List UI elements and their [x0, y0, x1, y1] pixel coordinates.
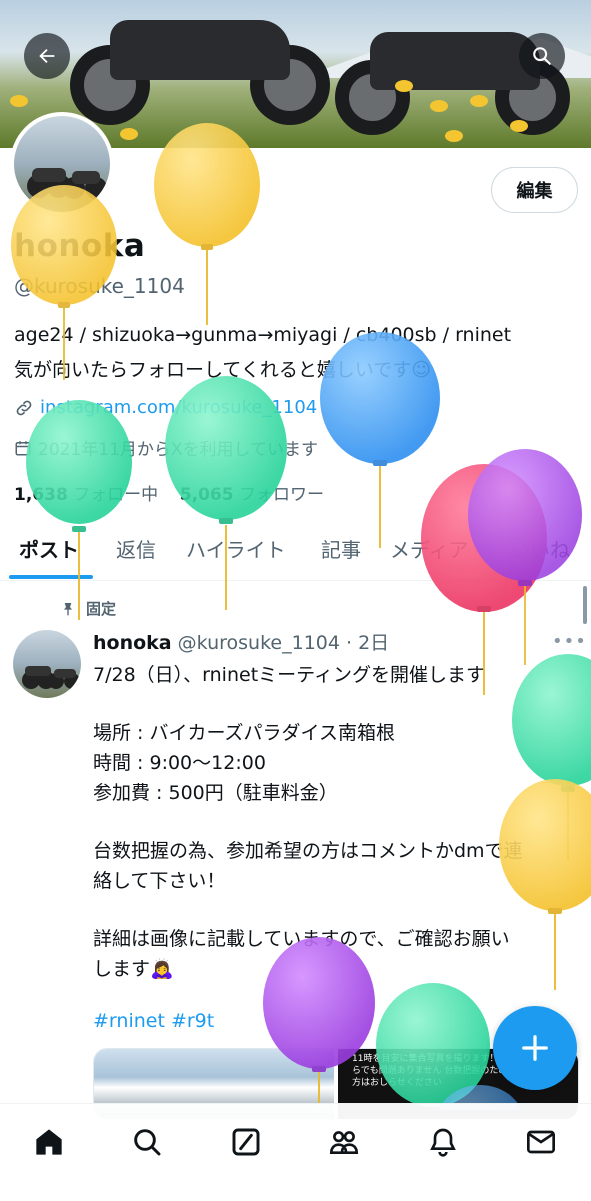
nav-search[interactable]: [127, 1122, 167, 1162]
avatar-image: [27, 168, 107, 199]
tweet-hashtags[interactable]: #rninet #r9t: [93, 1010, 214, 1032]
following-label: フォロー中: [73, 485, 159, 505]
joined-text: 2021年11月からXを利用しています: [38, 440, 319, 460]
bio-line: 気が向いたらフォローしてくれると嬉しいです☺: [14, 359, 432, 381]
search-icon: [533, 47, 551, 65]
compose-post-button[interactable]: [493, 1006, 577, 1090]
nav-communities[interactable]: [324, 1122, 364, 1162]
nav-notifications[interactable]: [423, 1122, 463, 1162]
followers-link[interactable]: 5,065 フォロワー: [180, 485, 324, 505]
plus-icon: [522, 1035, 548, 1061]
tab-media[interactable]: メディア: [390, 534, 469, 563]
notifications-icon: [430, 1128, 456, 1157]
pinned-indicator: 固定: [60, 598, 116, 619]
tweet-text-line: 時間 : 9:00〜12:00: [93, 752, 266, 774]
display-name: honoka: [14, 228, 146, 264]
tweet-text-line: 参加費 : 500円（駐車料金）: [93, 782, 338, 804]
pinned-label: 固定: [86, 600, 117, 618]
tab-highlights[interactable]: ハイライト: [186, 534, 286, 563]
pin-icon: [64, 602, 72, 616]
profile-avatar[interactable]: [10, 112, 114, 216]
calendar-icon: [15, 440, 31, 455]
tweet-text-line: 詳細は画像に記載していますので、ご確認お願い: [93, 928, 510, 950]
communities-icon: [329, 1131, 359, 1154]
avatar-image: [22, 666, 80, 689]
joined-date: 2021年11月からXを利用しています: [14, 435, 318, 460]
messages-icon: [527, 1130, 555, 1154]
tab-active-indicator: [9, 575, 93, 579]
back-button[interactable]: [24, 33, 70, 79]
nav-grok[interactable]: [226, 1122, 266, 1162]
profile-tabs: ポスト 返信 ハイライト 記事 メディア いいね: [0, 522, 591, 581]
nav-home[interactable]: [29, 1122, 69, 1162]
user-handle: @kurosuke_1104: [14, 274, 185, 298]
tweet-text-line: 台数把握の為、参加希望の方はコメントかdmで連: [93, 840, 523, 862]
more-options-icon[interactable]: •••: [552, 631, 587, 652]
link-icon: [16, 400, 32, 415]
tab-replies[interactable]: 返信: [116, 534, 156, 563]
search-icon: [134, 1129, 161, 1156]
profile-link-text[interactable]: instagram.com/kurosuke_1104: [40, 397, 317, 418]
tweet-meta: @kurosuke_1104 · 2日: [177, 632, 390, 654]
profile-link[interactable]: instagram.com/kurosuke_1104: [14, 397, 317, 418]
following-link[interactable]: 1,638 フォロー中: [14, 485, 158, 505]
nav-messages[interactable]: [521, 1122, 561, 1162]
tab-posts[interactable]: ポスト: [19, 534, 79, 563]
balloon-green: [512, 654, 591, 860]
followers-count: 5,065: [179, 485, 234, 505]
tweet-header: honoka @kurosuke_1104 · 2日: [93, 628, 389, 655]
tweet-avatar[interactable]: [13, 630, 81, 698]
banner-motorcycle: [70, 10, 330, 130]
tweet-text-line: 7/28（日）、rninetミーティングを開催します: [93, 664, 486, 686]
tweet-author[interactable]: honoka: [93, 632, 172, 654]
tweet-text-line: します🙇‍♀️: [93, 958, 174, 980]
followers-label: フォロワー: [239, 485, 324, 505]
tab-likes[interactable]: いいね: [510, 534, 570, 563]
tab-articles[interactable]: 記事: [321, 534, 361, 563]
home-icon: [36, 1129, 62, 1155]
follow-stats: 1,638 フォロー中 5,065 フォロワー: [14, 480, 324, 505]
bio-line: age24 / shizuoka→gunma→miyagi / cb400sb …: [14, 324, 512, 346]
balloon-yellow: [499, 779, 591, 990]
arrow-left-icon: [39, 48, 55, 64]
following-count: 1,638: [14, 485, 68, 505]
bottom-navigation: [0, 1103, 591, 1201]
tweet-text-line: 場所 : バイカーズパラダイス南箱根: [93, 722, 395, 744]
search-button[interactable]: [519, 33, 565, 79]
balloon-green: [26, 400, 132, 620]
grok-icon: [232, 1128, 260, 1156]
tweet-text-line: 絡して下さい！: [93, 870, 226, 892]
scrollbar[interactable]: [583, 586, 587, 624]
edit-profile-button[interactable]: 編集: [491, 167, 578, 213]
